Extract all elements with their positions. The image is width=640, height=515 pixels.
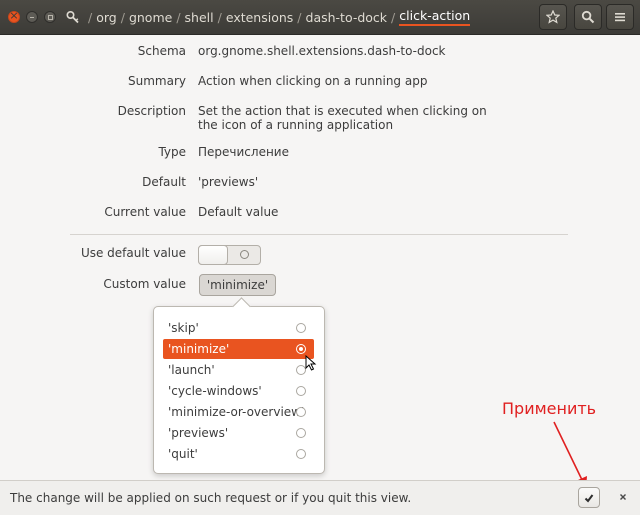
apply-button[interactable]	[578, 487, 600, 508]
switch-knob[interactable]	[198, 245, 228, 265]
option-skip[interactable]: 'skip'	[163, 318, 314, 338]
path-bar: / org / gnome / shell / extensions / das…	[66, 0, 471, 34]
option-label: 'previews'	[168, 426, 229, 440]
header-bar: / org / gnome / shell / extensions / das…	[0, 0, 640, 35]
option-label: 'skip'	[168, 321, 199, 335]
search-button[interactable]	[574, 4, 602, 30]
use-default-label: Use default value	[80, 246, 186, 260]
option-label: 'quit'	[168, 447, 198, 461]
path-separator: /	[88, 9, 93, 25]
hamburger-menu-icon	[615, 13, 625, 22]
description-label: Description	[117, 104, 186, 118]
window-maximize-button[interactable]	[44, 11, 56, 23]
checkmark-icon	[584, 493, 594, 503]
summary-value: Action when clicking on a running app	[198, 74, 428, 88]
path-segment-shell[interactable]: shell	[185, 10, 214, 25]
radio-icon	[296, 323, 306, 333]
option-launch[interactable]: 'launch'	[163, 360, 314, 380]
info-message: The change will be applied on such reque…	[10, 491, 412, 505]
option-label: 'launch'	[168, 363, 215, 377]
window-minimize-button[interactable]	[26, 11, 38, 23]
radio-icon	[296, 428, 306, 438]
path-segment-org[interactable]: org	[96, 10, 117, 25]
star-icon	[546, 10, 560, 24]
switch-off-indicator	[240, 250, 249, 259]
path-separator: /	[176, 9, 181, 25]
path-segment-extensions[interactable]: extensions	[226, 10, 293, 25]
option-minimize-or-overview[interactable]: 'minimize-or-overview'	[163, 402, 314, 422]
dismiss-button[interactable]	[614, 488, 632, 506]
type-label: Type	[158, 145, 186, 159]
path-separator: /	[297, 9, 302, 25]
custom-value-dropdown[interactable]: 'minimize'	[199, 274, 276, 296]
option-label: 'minimize'	[168, 342, 230, 356]
menu-button[interactable]	[606, 4, 634, 30]
custom-value-text: 'minimize'	[206, 278, 269, 292]
option-label: 'minimize-or-overview'	[168, 405, 305, 419]
description-value-line1: Set the action that is executed when cli…	[198, 104, 487, 118]
pending-change-bar: The change will be applied on such reque…	[0, 480, 640, 515]
default-value: 'previews'	[198, 175, 259, 189]
path-segment-dash-to-dock[interactable]: dash-to-dock	[306, 10, 388, 25]
search-icon	[581, 10, 595, 24]
custom-value-popover: 'skip' 'minimize' 'launch' 'cycle-window…	[153, 306, 325, 474]
window-close-button[interactable]	[8, 9, 20, 23]
current-value: Default value	[198, 205, 279, 219]
radio-selected-icon	[296, 344, 306, 354]
radio-icon	[296, 407, 306, 417]
path-separator: /	[120, 9, 125, 25]
radio-icon	[296, 449, 306, 459]
option-quit[interactable]: 'quit'	[163, 444, 314, 464]
option-cycle-windows[interactable]: 'cycle-windows'	[163, 381, 314, 401]
use-default-switch[interactable]	[198, 245, 261, 265]
option-label: 'cycle-windows'	[168, 384, 262, 398]
custom-value-label: Custom value	[103, 277, 186, 291]
option-minimize[interactable]: 'minimize'	[163, 339, 314, 359]
path-separator: /	[391, 9, 396, 25]
path-separator: /	[217, 9, 222, 25]
path-current-key[interactable]: click-action	[399, 8, 471, 26]
option-previews[interactable]: 'previews'	[163, 423, 314, 443]
divider	[70, 234, 568, 235]
schema-label: Schema	[137, 44, 186, 58]
bookmark-button[interactable]	[539, 4, 567, 30]
summary-label: Summary	[128, 74, 186, 88]
description-value-line2: the icon of a running application	[198, 118, 394, 132]
schema-value: org.gnome.shell.extensions.dash-to-dock	[198, 44, 446, 58]
type-value: Перечисление	[198, 145, 289, 159]
default-label: Default	[142, 175, 186, 189]
apply-annotation: Применить	[502, 399, 597, 418]
close-icon	[620, 494, 626, 500]
current-value-label: Current value	[104, 205, 186, 219]
radio-icon	[296, 386, 306, 396]
path-segment-gnome[interactable]: gnome	[129, 10, 172, 25]
mouse-pointer-icon	[305, 355, 317, 371]
key-icon	[66, 10, 79, 24]
